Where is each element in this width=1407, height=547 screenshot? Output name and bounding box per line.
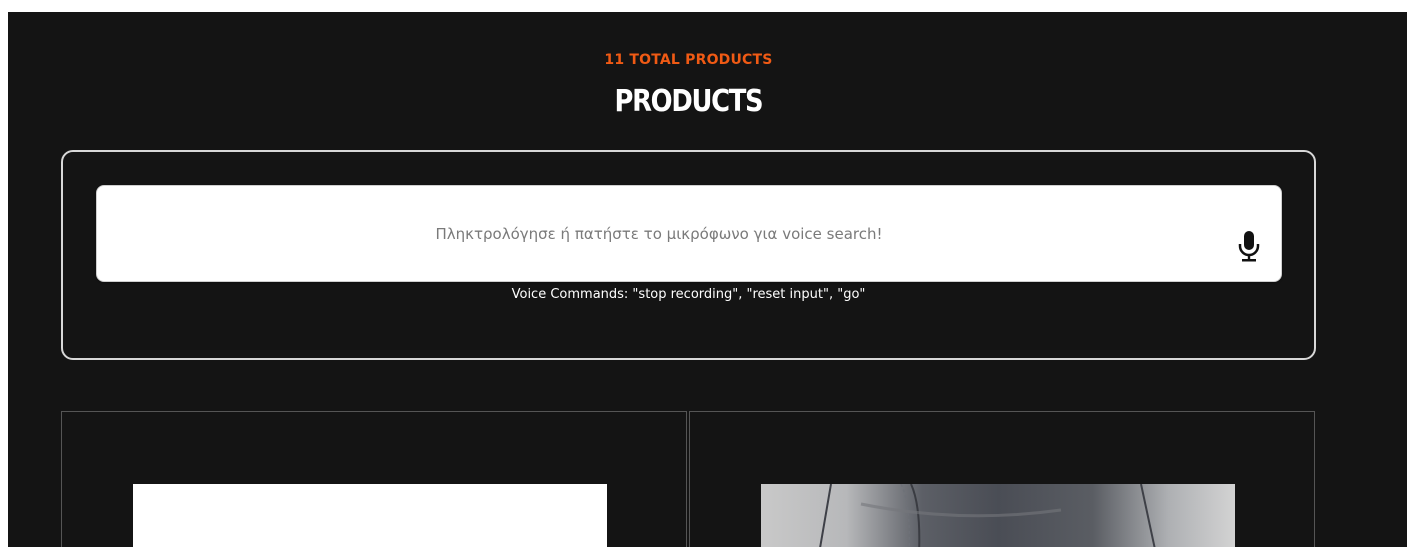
voice-commands-hint: Voice Commands: "stop recording", "reset… bbox=[511, 287, 866, 302]
page-title: PRODUCTS bbox=[614, 84, 763, 119]
products-page: 11 TOTAL PRODUCTS PRODUCTS Voice Command… bbox=[8, 12, 1407, 547]
product-image[interactable] bbox=[133, 484, 607, 547]
product-image[interactable] bbox=[761, 484, 1235, 547]
product-card[interactable] bbox=[61, 411, 687, 547]
search-panel: Voice Commands: "stop recording", "reset… bbox=[61, 150, 1316, 360]
product-grid bbox=[61, 411, 1317, 547]
product-card[interactable] bbox=[689, 411, 1315, 547]
microphone-icon[interactable] bbox=[1236, 229, 1262, 265]
search-input[interactable] bbox=[97, 186, 1281, 281]
total-products-count: 11 TOTAL PRODUCTS bbox=[604, 52, 773, 68]
search-box bbox=[96, 185, 1282, 282]
